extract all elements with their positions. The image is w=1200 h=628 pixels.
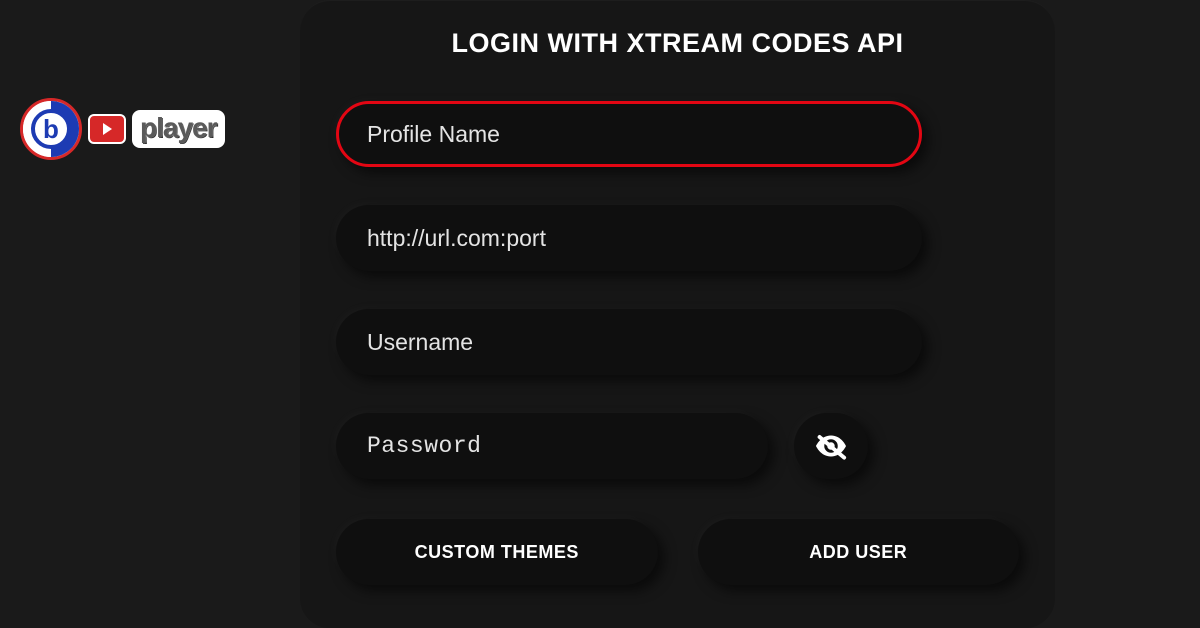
server-url-field[interactable] <box>336 205 922 271</box>
app-logo: b player <box>20 98 225 160</box>
logo-text: player <box>140 112 217 144</box>
add-user-label: ADD USER <box>809 542 907 563</box>
profile-name-input[interactable] <box>367 121 891 148</box>
add-user-button[interactable]: ADD USER <box>698 519 1020 585</box>
logo-letter: b <box>31 109 71 149</box>
custom-themes-label: CUSTOM THEMES <box>415 542 579 563</box>
logo-text-box: player <box>132 110 225 148</box>
password-input[interactable] <box>367 433 737 459</box>
server-url-input[interactable] <box>367 225 891 252</box>
password-field[interactable] <box>336 413 768 479</box>
play-icon <box>88 114 126 144</box>
profile-name-field[interactable] <box>336 101 922 167</box>
custom-themes-button[interactable]: CUSTOM THEMES <box>336 519 658 585</box>
username-input[interactable] <box>367 329 891 356</box>
panel-title: LOGIN WITH XTREAM CODES API <box>336 28 1019 59</box>
toggle-password-visibility-button[interactable] <box>794 413 868 479</box>
eye-off-icon <box>813 428 849 464</box>
logo-badge: b <box>20 98 82 160</box>
username-field[interactable] <box>336 309 922 375</box>
login-panel: LOGIN WITH XTREAM CODES API CUSTOM THEME… <box>300 0 1055 628</box>
